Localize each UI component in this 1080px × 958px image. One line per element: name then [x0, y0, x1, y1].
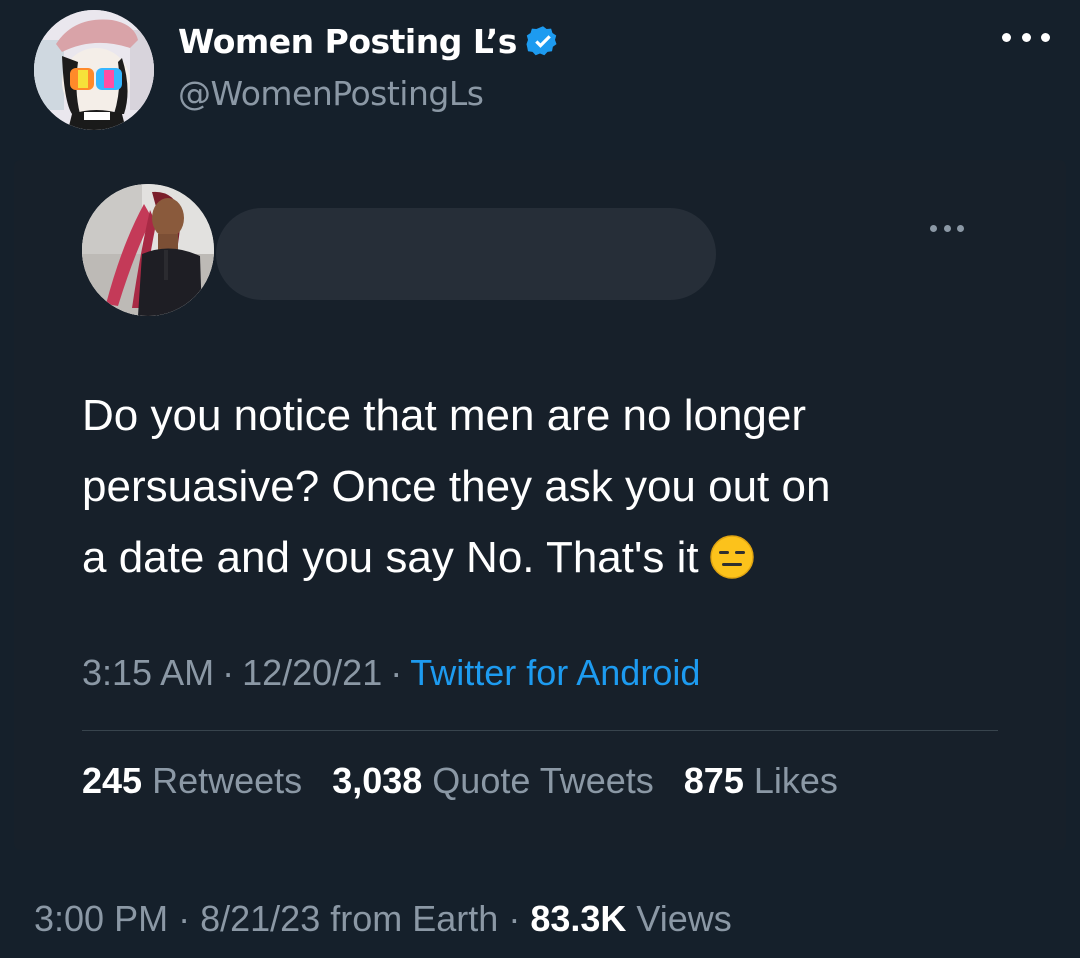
likes-count: 875 — [683, 760, 744, 801]
separator: · — [222, 652, 235, 693]
views-label[interactable]: Views — [636, 898, 731, 939]
tweet-body: Do you notice that men are no longer per… — [82, 380, 1022, 593]
dot — [1021, 32, 1031, 42]
quote-tweets-label: Quote Tweets — [432, 760, 654, 801]
author-handle[interactable]: @WomenPostingLs — [178, 74, 484, 113]
quote-tweets-count: 3,038 — [332, 760, 423, 801]
likes-label: Likes — [753, 760, 838, 801]
retweets-count: 245 — [82, 760, 143, 801]
avatar-image — [34, 10, 154, 130]
dot — [957, 224, 964, 232]
post-date[interactable]: 8/21/23 — [200, 898, 320, 939]
more-options-icon — [930, 222, 964, 234]
tweet-time: 3:15 AM — [82, 652, 215, 693]
retweets-label: Retweets — [152, 760, 303, 801]
post-location: from Earth — [330, 898, 499, 939]
more-options-icon[interactable] — [1002, 22, 1050, 52]
tweet-source: Twitter for Android — [410, 652, 701, 693]
separator: · — [390, 652, 403, 693]
dot — [1041, 32, 1050, 42]
expressionless-face-emoji-icon — [709, 530, 755, 579]
author-avatar[interactable] — [34, 10, 154, 130]
views-count[interactable]: 83.3K — [530, 898, 626, 939]
verified-badge-icon — [525, 24, 561, 60]
stats-divider — [82, 730, 998, 731]
redacted-name-bar — [216, 208, 716, 300]
tweet-line: Do you notice that men are no longer — [82, 391, 807, 440]
separator: · — [178, 898, 191, 939]
tweet-line-text: a date and you say No. That's it — [82, 533, 699, 582]
dot — [930, 224, 937, 232]
avatar-image — [82, 184, 214, 316]
tweet-date: 12/20/21 — [242, 652, 383, 693]
tweet-line-last: a date and you say No. That's it — [82, 522, 1022, 593]
tweet-meta: 3:15 AM · 12/20/21 · Twitter for Android — [82, 652, 700, 694]
dot — [943, 224, 951, 232]
tweet-stats: 245 Retweets 3,038 Quote Tweets 875 Like… — [82, 760, 838, 802]
author-name-row[interactable]: Women Posting L’s — [178, 22, 561, 61]
tweet-line: persuasive? Once they ask you out on — [82, 462, 831, 511]
quoted-author-avatar — [82, 184, 214, 316]
separator: · — [508, 898, 521, 939]
dot — [1002, 32, 1011, 42]
post-footer: 3:00 PM · 8/21/23 from Earth · 83.3K Vie… — [34, 898, 732, 940]
post-time[interactable]: 3:00 PM — [34, 898, 168, 939]
author-name[interactable]: Women Posting L’s — [178, 22, 517, 61]
